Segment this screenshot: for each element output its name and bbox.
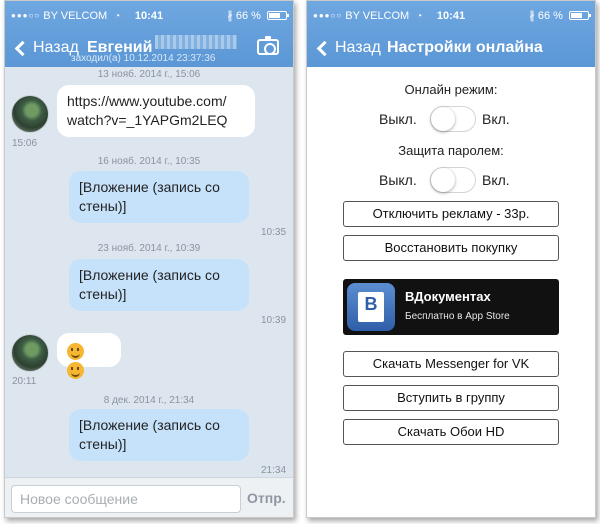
grin-emoji-icon — [67, 361, 84, 379]
battery-percent: 66 % — [537, 10, 563, 22]
password-protection-row: Выкл. Вкл. — [307, 165, 595, 195]
bluetooth-icon: ∦ — [529, 10, 535, 22]
battery-percent: 66 % — [235, 10, 261, 22]
camera-icon[interactable] — [257, 36, 279, 55]
message-list[interactable]: 13 нояб. 2014 г., 15:06 https://www.yout… — [5, 67, 293, 477]
message-time: 20:11 — [12, 376, 37, 387]
settings-content: Онлайн режим: Выкл. Вкл. Защита паролем:… — [307, 67, 595, 517]
chevron-left-icon — [14, 40, 31, 56]
join-group-button[interactable]: Вступить в группу — [343, 385, 559, 411]
page-title: Настройки онлайна — [387, 39, 543, 56]
download-wallpapers-button[interactable]: Скачать Обои HD — [343, 419, 559, 445]
restore-purchase-button[interactable]: Восстановить покупку — [343, 235, 559, 261]
password-protection-toggle[interactable] — [430, 167, 476, 193]
redacted-surname — [155, 35, 237, 49]
message-time: 10:39 — [261, 315, 287, 326]
message-date: 16 нояб. 2014 г., 10:35 — [97, 156, 201, 167]
message-bubble[interactable]: https://www.youtube.com/ watch?v=_1YAPGm… — [57, 85, 255, 137]
chevron-left-icon — [316, 40, 333, 56]
message-time: 10:35 — [261, 227, 287, 238]
disable-ads-button[interactable]: Отключить рекламу - 33р. — [343, 201, 559, 227]
avatar[interactable] — [11, 95, 49, 133]
message-composer: Отпр. — [5, 477, 293, 517]
toggle-knob — [431, 107, 455, 131]
online-mode-off-label: Выкл. — [379, 111, 417, 127]
bluetooth-icon: ∦ — [227, 10, 233, 22]
message-bubble[interactable]: [Вложение (запись со стены)] — [69, 171, 249, 223]
back-button[interactable]: Назад — [315, 36, 381, 60]
banner-subtitle: Бесплатно в App Store — [405, 311, 510, 322]
online-mode-row: Выкл. Вкл. — [307, 104, 595, 134]
message-bubble[interactable] — [57, 333, 121, 379]
message-date: 13 нояб. 2014 г., 15:06 — [97, 69, 201, 80]
chat-screen: ●●●○○ BY VELCOM ◔ 10:41 ∦ 66 % Назад Евг… — [4, 0, 294, 518]
download-messenger-button[interactable]: Скачать Messenger for VK — [343, 351, 559, 377]
toggle-knob — [431, 168, 455, 192]
vdocumentah-logo-icon — [347, 283, 395, 331]
send-button[interactable]: Отпр. — [247, 490, 286, 506]
status-bar: ●●●○○ BY VELCOM ◔ 10:41 ∦ 66 % — [5, 1, 293, 31]
new-message-input[interactable] — [11, 485, 241, 513]
chat-nav-bar: Назад Евгений заходил(а) 10.12.2014 23:3… — [5, 31, 293, 65]
avatar[interactable] — [11, 334, 49, 372]
battery-icon — [267, 11, 289, 20]
battery-icon — [569, 11, 591, 20]
password-protection-label: Защита паролем: — [398, 143, 504, 158]
message-time: 21:34 — [261, 465, 287, 476]
password-protection-off-label: Выкл. — [379, 172, 417, 188]
online-mode-label: Онлайн режим: — [404, 82, 498, 97]
settings-nav-bar: Назад Настройки онлайна — [307, 31, 595, 65]
message-bubble[interactable]: [Вложение (запись со стены)] — [69, 259, 249, 311]
settings-screen: ●●●○○ BY VELCOM ◔ 10:41 ∦ 66 % Назад Нас… — [306, 0, 596, 518]
vdocumentah-app-store-banner[interactable]: ВДокументах Бесплатно в App Store — [343, 279, 559, 335]
message-time: 15:06 — [12, 138, 38, 149]
status-bar: ●●●○○ BY VELCOM ◔ 10:41 ∦ 66 % — [307, 1, 595, 31]
back-button[interactable]: Назад — [13, 36, 79, 60]
online-mode-on-label: Вкл. — [482, 111, 510, 127]
chat-top-bar: ●●●○○ BY VELCOM ◔ 10:41 ∦ 66 % Назад Евг… — [5, 1, 293, 67]
online-mode-toggle[interactable] — [430, 106, 476, 132]
message-bubble[interactable]: [Вложение (запись со стены)] — [69, 409, 249, 461]
message-date: 8 дек. 2014 г., 21:34 — [103, 395, 195, 406]
password-protection-on-label: Вкл. — [482, 172, 510, 188]
message-date: 23 нояб. 2014 г., 10:39 — [97, 243, 201, 254]
banner-title: ВДокументах — [405, 289, 491, 304]
settings-top-bar: ●●●○○ BY VELCOM ◔ 10:41 ∦ 66 % Назад Нас… — [307, 1, 595, 67]
last-seen: заходил(а) 10.12.2014 23:37:36 — [71, 53, 216, 64]
grin-emoji-icon — [67, 342, 84, 360]
